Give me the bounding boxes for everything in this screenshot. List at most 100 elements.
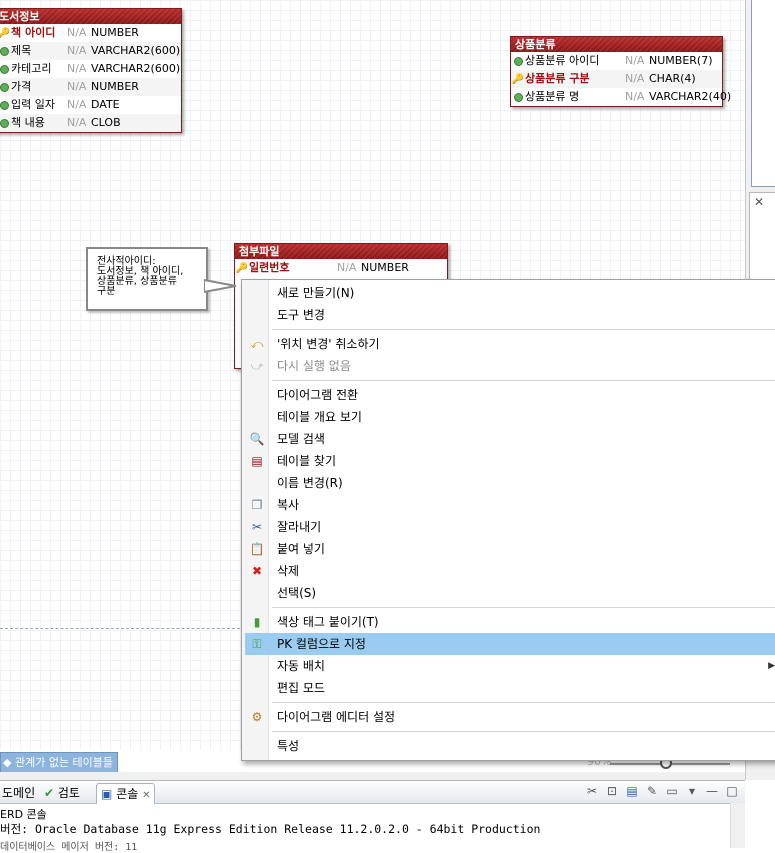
menu-item[interactable]: ⤻ 다시 실행 없음 <box>245 355 775 377</box>
menu-separator <box>272 329 775 330</box>
column-name: 상품분류 구분 <box>525 72 590 85</box>
menu-item[interactable]: ⚿ PK 컬럼으로 지정 <box>245 633 775 655</box>
clear-console-icon[interactable]: ✂ <box>585 784 599 798</box>
menu-item[interactable]: 📋 붙여 넣기 <box>245 538 775 560</box>
menu-item[interactable]: ▤ 테이블 찾기 <box>245 450 775 472</box>
column-type: NUMBER(7) <box>649 54 713 67</box>
column-type: CHAR(4) <box>649 72 696 85</box>
menu-item[interactable]: ▮ 색상 태그 붙이기(T) <box>245 611 775 633</box>
menu-item-label: 다이어그램 에디터 설정 <box>277 710 396 724</box>
column-type: NUMBER <box>91 80 139 93</box>
menu-item[interactable]: ✖ 삭제 <box>245 560 775 582</box>
untagged-tables-label[interactable]: ◆ 관계가 없는 테이블들 <box>0 752 119 773</box>
display-console-icon[interactable]: ▭ <box>665 784 679 798</box>
menu-item[interactable]: 선택(S) <box>245 582 775 604</box>
minimize-icon[interactable]: — <box>705 784 719 798</box>
entity-column-row[interactable]: 상품분류 명 N/A VARCHAR2(40) <box>511 88 731 106</box>
entity-column-row[interactable]: 입력 일자 N/A DATE <box>0 96 181 114</box>
entity-column-row[interactable]: 🔑일련번호 N/A NUMBER <box>235 259 447 277</box>
menu-item-label: 자동 배치 <box>277 659 325 673</box>
note-box[interactable]: 전사적아이디: 도서정보, 책 아이디, 상품분류, 상품분류 구분 <box>86 247 208 311</box>
entity-column-row[interactable]: 제목 N/A VARCHAR2(600) <box>0 42 181 60</box>
console-section-title: ERD 콘솔 <box>0 808 47 821</box>
menu-item-label: 모델 검색 <box>277 432 325 446</box>
tab-review[interactable]: ✔ 검토 <box>44 783 80 803</box>
maximize-icon[interactable]: □ <box>725 784 739 798</box>
column-name: 제목 <box>11 44 32 57</box>
menu-item-label: PK 컬럼으로 지정 <box>277 637 366 651</box>
menu-item[interactable]: 다이어그램 전환 <box>245 384 775 406</box>
horizontal-scrollbar[interactable] <box>0 772 745 780</box>
menu-item-label: 테이블 개요 보기 <box>277 410 362 424</box>
undo-icon: ⤺ <box>250 337 264 351</box>
redo-icon: ⤻ <box>250 359 264 373</box>
pin-console-icon[interactable]: ▤ <box>625 784 639 798</box>
submenu-arrow-icon: ▶ <box>768 661 775 671</box>
vertical-scrollbar[interactable] <box>730 803 745 848</box>
menu-item-label: 삭제 <box>277 564 300 578</box>
note-connector <box>204 278 237 294</box>
menu-item-label: 새로 만들기(N) <box>277 286 355 300</box>
menu-item-label: 색상 태그 붙이기(T) <box>277 615 379 629</box>
paste-icon: 📋 <box>249 542 265 556</box>
menu-item[interactable]: ✂ 잘라내기 <box>245 516 775 538</box>
key-icon: 🔑 <box>0 28 11 39</box>
menu-item-label: 도구 변경 <box>277 308 325 322</box>
menu-item[interactable]: ⚙ 다이어그램 에디터 설정 <box>245 706 775 728</box>
new-console-icon[interactable]: ▾ <box>685 784 699 798</box>
menu-item[interactable]: 특성 <box>245 735 775 757</box>
close-icon[interactable]: ✕ <box>754 195 764 209</box>
scroll-lock-icon[interactable]: ⊡ <box>605 784 619 798</box>
console-toolbar: ✂ ⊡ ▤ ✎ ▭ ▾ — □ <box>585 784 739 798</box>
entity-column-row[interactable]: 🔑상품분류 구분 N/A CHAR(4) <box>511 70 722 88</box>
menu-item[interactable]: 이름 변경(R) <box>245 472 775 494</box>
check-icon: ✔ <box>44 786 55 800</box>
open-console-icon[interactable]: ✎ <box>645 784 659 798</box>
column-dot-icon <box>0 114 11 132</box>
menu-item[interactable]: 자동 배치 ▶ <box>245 655 775 677</box>
entity-column-row[interactable]: 책 내용 N/A CLOB <box>0 114 181 132</box>
entity-product-category[interactable]: 상품분류 상품분류 아이디 N/A NUMBER(7) 🔑상품분류 구분 N/A CHAR… <box>510 36 731 107</box>
column-name: 카테고리 <box>11 62 52 75</box>
menu-separator <box>272 702 775 703</box>
column-dot-icon <box>511 88 525 106</box>
column-nullable: N/A <box>67 80 87 93</box>
column-name: 책 아이디 <box>11 26 56 39</box>
entity-column-row[interactable]: 🔑책 아이디 N/A NUMBER <box>0 24 181 42</box>
area-divider <box>0 628 245 629</box>
menu-item[interactable]: 🔍 모델 검색 <box>245 428 775 450</box>
delete-icon: ✖ <box>251 564 263 578</box>
menu-item-label: 특성 <box>277 739 300 753</box>
key-icon: 🔑 <box>511 74 525 85</box>
column-name: 가격 <box>11 80 32 93</box>
menu-item[interactable]: ⤺ '위치 변경' 취소하기 <box>245 333 775 355</box>
menu-item-label: 다이어그램 전환 <box>277 388 359 402</box>
menu-item-label: 붙여 넣기 <box>277 542 325 556</box>
entity-book-info[interactable]: 도서정보 🔑책 아이디 N/A NUMBER 제목 N/A VARCHAR2(600) 카테… <box>0 8 182 133</box>
context-menu: 새로 만들기(N) 도구 변경 ⤺ '위치 변경' 취소하기 ⤻ 다시 실행 없음다이어그… <box>241 279 775 761</box>
menu-item[interactable]: 테이블 개요 보기 <box>245 406 775 428</box>
entity-column-row[interactable]: 카테고리 N/A VARCHAR2(600) <box>0 60 181 78</box>
column-nullable: N/A <box>67 98 87 111</box>
entity-title: 첨부파일 <box>235 244 447 259</box>
tab-domain[interactable]: 도메인 <box>2 783 35 803</box>
console-line: 데이터베이스 메이저 버전: 11 <box>0 842 138 853</box>
menu-item-label: 이름 변경(R) <box>277 476 343 490</box>
menu-item-label: 다시 실행 없음 <box>277 359 351 373</box>
menu-item[interactable]: 새로 만들기(N) <box>245 282 775 304</box>
menu-item[interactable]: 편집 모드 <box>245 677 775 699</box>
close-icon[interactable]: ✕ <box>142 790 150 801</box>
note-text: 전사적아이디: 도서정보, 책 아이디, 상품분류, 상품분류 구분 <box>97 256 184 297</box>
menu-item[interactable]: ❐ 복사 <box>245 494 775 516</box>
menu-item-label: 잘라내기 <box>277 520 322 534</box>
menu-item[interactable]: 도구 변경 <box>245 304 775 326</box>
tab-console[interactable]: ▣ 콘솔 ✕ <box>96 783 156 804</box>
menu-item-label: 편집 모드 <box>277 681 325 695</box>
entity-column-row[interactable]: 가격 N/A NUMBER <box>0 78 181 96</box>
gear-icon: ⚙ <box>251 710 263 724</box>
menu-separator <box>272 607 775 608</box>
column-type: CLOB <box>91 116 121 129</box>
column-type: DATE <box>91 98 120 111</box>
entity-column-row[interactable]: 상품분류 아이디 N/A NUMBER(7) <box>511 52 722 70</box>
column-nullable: N/A <box>67 26 87 39</box>
